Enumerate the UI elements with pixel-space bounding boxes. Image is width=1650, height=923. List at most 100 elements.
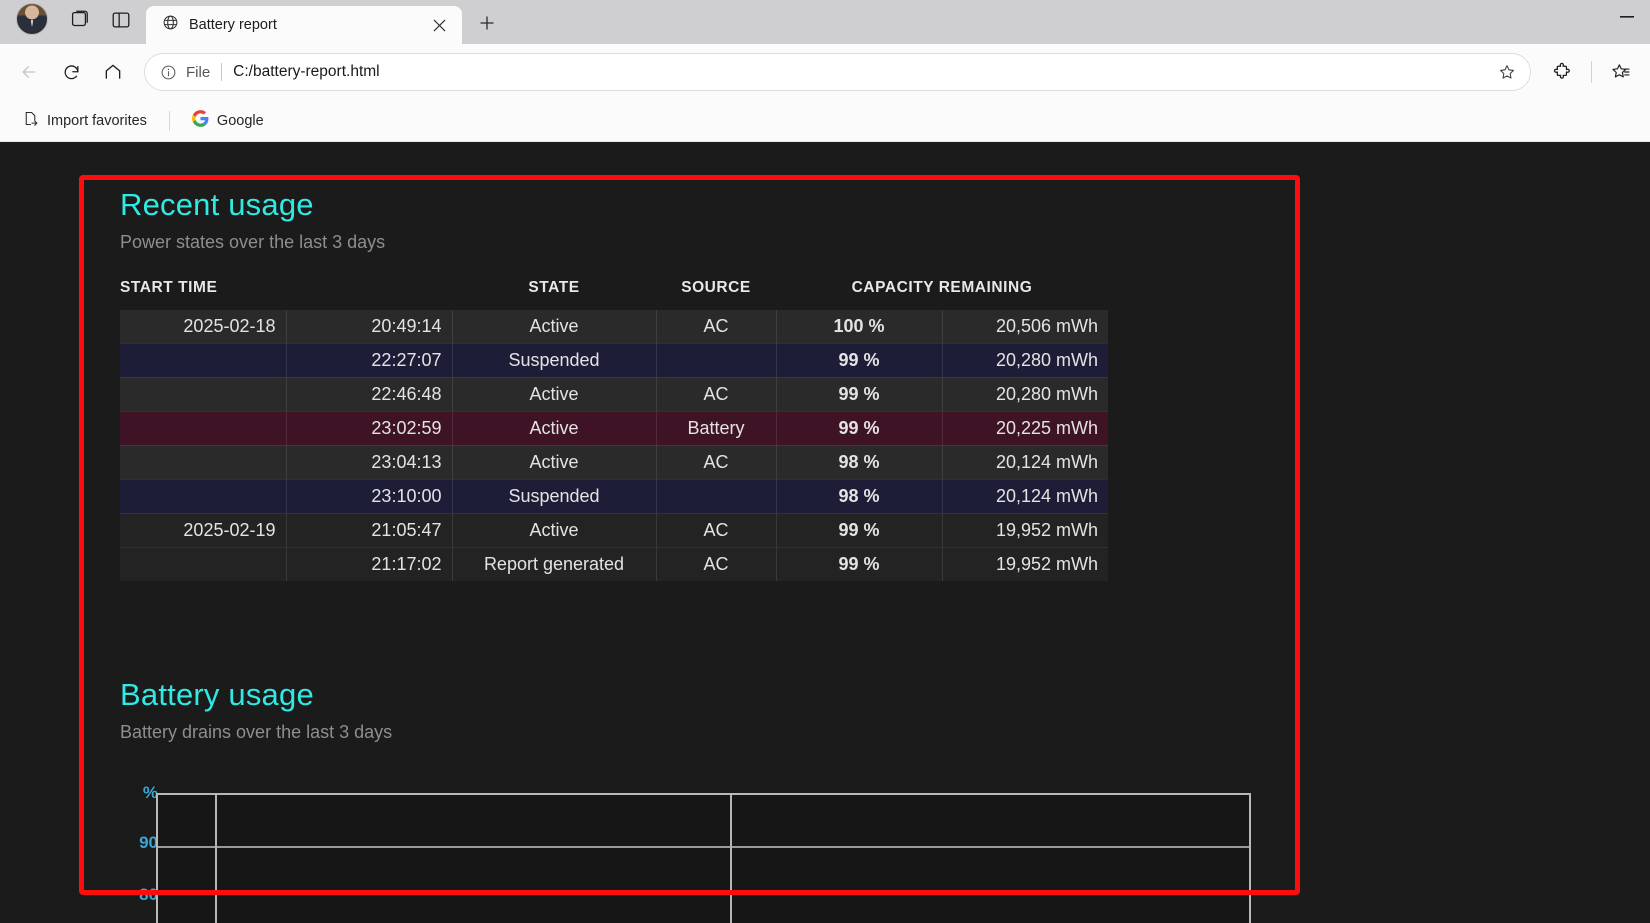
titlebar-left-icons bbox=[8, 0, 140, 44]
cell-source: AC bbox=[656, 310, 776, 344]
bookmark-google[interactable]: Google bbox=[184, 105, 272, 136]
new-tab-button[interactable] bbox=[470, 6, 504, 40]
cell-capacity: 19,952 mWh bbox=[942, 513, 1108, 547]
battery-usage-section: Battery usage Battery drains over the la… bbox=[120, 677, 1250, 743]
cell-date bbox=[120, 547, 286, 581]
cell-time: 22:46:48 bbox=[286, 377, 452, 411]
chart-plot-area bbox=[156, 793, 1251, 923]
cell-date: 2025-02-18 bbox=[120, 310, 286, 344]
cell-state: Active bbox=[452, 513, 656, 547]
cell-date bbox=[120, 445, 286, 479]
cell-time: 23:02:59 bbox=[286, 411, 452, 445]
cell-date: 2025-02-19 bbox=[120, 513, 286, 547]
close-icon[interactable] bbox=[426, 12, 452, 38]
column-header-capacity-remaining: CAPACITY REMAINING bbox=[776, 279, 1108, 310]
cell-time: 21:17:02 bbox=[286, 547, 452, 581]
cell-state: Active bbox=[452, 411, 656, 445]
battery-report-page: Recent usage Power states over the last … bbox=[0, 142, 1650, 923]
info-circle-icon[interactable] bbox=[157, 61, 179, 83]
cell-date bbox=[120, 343, 286, 377]
refresh-button[interactable] bbox=[52, 53, 90, 91]
import-favorites-icon bbox=[22, 110, 39, 131]
favorite-star-icon[interactable] bbox=[1492, 57, 1522, 87]
battery-usage-chart: % 90 80 bbox=[120, 787, 1250, 923]
bookmarks-bar: Import favorites Google bbox=[0, 100, 1650, 142]
cell-capacity: 20,280 mWh bbox=[942, 343, 1108, 377]
gridline-horizontal-90 bbox=[158, 846, 1249, 848]
cell-percent: 99 % bbox=[776, 547, 942, 581]
table-head: START TIME STATE SOURCE CAPACITY REMAINI… bbox=[120, 279, 1108, 310]
column-header-source: SOURCE bbox=[656, 279, 776, 310]
bookmark-import-favorites[interactable]: Import favorites bbox=[14, 105, 155, 136]
cell-time: 20:49:14 bbox=[286, 310, 452, 344]
window-controls bbox=[1604, 0, 1650, 44]
table-row: 21:17:02Report generatedAC99 %19,952 mWh bbox=[120, 547, 1108, 581]
table-row: 23:04:13ActiveAC98 %20,124 mWh bbox=[120, 445, 1108, 479]
address-input[interactable] bbox=[233, 63, 1492, 81]
chart-y-axis: % 90 80 bbox=[120, 787, 158, 923]
cell-state: Active bbox=[452, 445, 656, 479]
cell-date bbox=[120, 479, 286, 513]
cell-capacity: 20,124 mWh bbox=[942, 479, 1108, 513]
back-button[interactable] bbox=[10, 53, 48, 91]
browser-tab[interactable]: Battery report bbox=[146, 6, 462, 44]
table-row: 22:27:07Suspended 99 %20,280 mWh bbox=[120, 343, 1108, 377]
table-row: 2025-02-1820:49:14ActiveAC100 %20,506 mW… bbox=[120, 310, 1108, 344]
gridline-vertical-day-1 bbox=[215, 795, 217, 923]
table-row: 2025-02-1921:05:47ActiveAC99 %19,952 mWh bbox=[120, 513, 1108, 547]
cell-state: Report generated bbox=[452, 547, 656, 581]
recent-usage-subtitle: Power states over the last 3 days bbox=[120, 232, 1220, 253]
toolbar-divider bbox=[1591, 61, 1592, 83]
browser-window: Battery report bbox=[0, 0, 1650, 923]
column-header-state: STATE bbox=[452, 279, 656, 310]
extensions-button[interactable] bbox=[1543, 53, 1581, 91]
google-icon bbox=[192, 110, 209, 131]
cell-source: AC bbox=[656, 547, 776, 581]
bookmarks-divider bbox=[169, 111, 170, 131]
split-screen-icon[interactable] bbox=[102, 1, 140, 39]
cell-percent: 99 % bbox=[776, 411, 942, 445]
home-button[interactable] bbox=[94, 53, 132, 91]
cell-source: AC bbox=[656, 377, 776, 411]
table-body: 2025-02-1820:49:14ActiveAC100 %20,506 mW… bbox=[120, 310, 1108, 581]
recent-usage-title: Recent usage bbox=[120, 187, 1220, 223]
collections-button[interactable] bbox=[1602, 53, 1640, 91]
cell-capacity: 20,506 mWh bbox=[942, 310, 1108, 344]
navigation-toolbar: File bbox=[0, 44, 1650, 100]
page-viewport: Recent usage Power states over the last … bbox=[0, 142, 1650, 923]
table-row: 23:10:00Suspended 98 %20,124 mWh bbox=[120, 479, 1108, 513]
cell-source: Battery bbox=[656, 411, 776, 445]
cell-capacity: 20,225 mWh bbox=[942, 411, 1108, 445]
cell-state: Suspended bbox=[452, 479, 656, 513]
address-scheme-label: File bbox=[186, 64, 210, 81]
cell-time: 22:27:07 bbox=[286, 343, 452, 377]
cell-time: 21:05:47 bbox=[286, 513, 452, 547]
table-row: 22:46:48ActiveAC99 %20,280 mWh bbox=[120, 377, 1108, 411]
cell-source bbox=[656, 343, 776, 377]
cell-percent: 99 % bbox=[776, 377, 942, 411]
cell-state: Suspended bbox=[452, 343, 656, 377]
column-header-start-time: START TIME bbox=[120, 279, 452, 310]
cell-percent: 99 % bbox=[776, 343, 942, 377]
bookmark-label: Google bbox=[217, 113, 264, 129]
cell-state: Active bbox=[452, 377, 656, 411]
battery-usage-subtitle: Battery drains over the last 3 days bbox=[120, 722, 1250, 743]
cell-time: 23:04:13 bbox=[286, 445, 452, 479]
cell-capacity: 20,280 mWh bbox=[942, 377, 1108, 411]
cell-percent: 99 % bbox=[776, 513, 942, 547]
gridline-vertical-day-2 bbox=[730, 795, 732, 923]
cell-percent: 98 % bbox=[776, 479, 942, 513]
address-bar[interactable]: File bbox=[144, 53, 1531, 91]
cell-date bbox=[120, 411, 286, 445]
cell-percent: 98 % bbox=[776, 445, 942, 479]
address-divider bbox=[221, 63, 222, 81]
table-row: 23:02:59ActiveBattery99 %20,225 mWh bbox=[120, 411, 1108, 445]
cell-source: AC bbox=[656, 445, 776, 479]
cell-time: 23:10:00 bbox=[286, 479, 452, 513]
recent-usage-section: Recent usage Power states over the last … bbox=[120, 187, 1220, 581]
avatar[interactable] bbox=[16, 3, 48, 35]
workspaces-icon[interactable] bbox=[60, 1, 98, 39]
title-bar: Battery report bbox=[0, 0, 1650, 44]
cell-source bbox=[656, 479, 776, 513]
minimize-button[interactable] bbox=[1604, 0, 1650, 34]
